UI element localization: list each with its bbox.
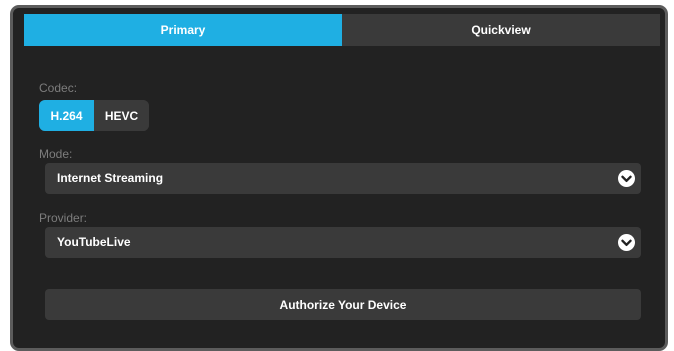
- settings-panel: Primary Quickview Codec: H.264 HEVC Mode…: [10, 5, 668, 351]
- mode-label: Mode:: [39, 147, 73, 161]
- mode-value: Internet Streaming: [57, 171, 164, 185]
- provider-label: Provider:: [39, 211, 88, 225]
- tab-primary[interactable]: Primary: [24, 14, 342, 46]
- chevron-down-icon: [618, 170, 635, 187]
- chevron-down-icon: [618, 234, 635, 251]
- provider-value: YouTubeLive: [57, 235, 131, 249]
- codec-hevc-button[interactable]: HEVC: [94, 100, 149, 131]
- codec-label: Codec:: [39, 81, 78, 95]
- tab-bar: Primary Quickview: [24, 14, 660, 46]
- codec-h264-button[interactable]: H.264: [39, 100, 94, 131]
- authorize-device-button[interactable]: Authorize Your Device: [45, 289, 641, 320]
- provider-dropdown[interactable]: YouTubeLive: [45, 227, 641, 258]
- codec-selector: H.264 HEVC: [39, 100, 149, 131]
- tab-quickview[interactable]: Quickview: [342, 14, 660, 46]
- mode-dropdown[interactable]: Internet Streaming: [45, 163, 641, 194]
